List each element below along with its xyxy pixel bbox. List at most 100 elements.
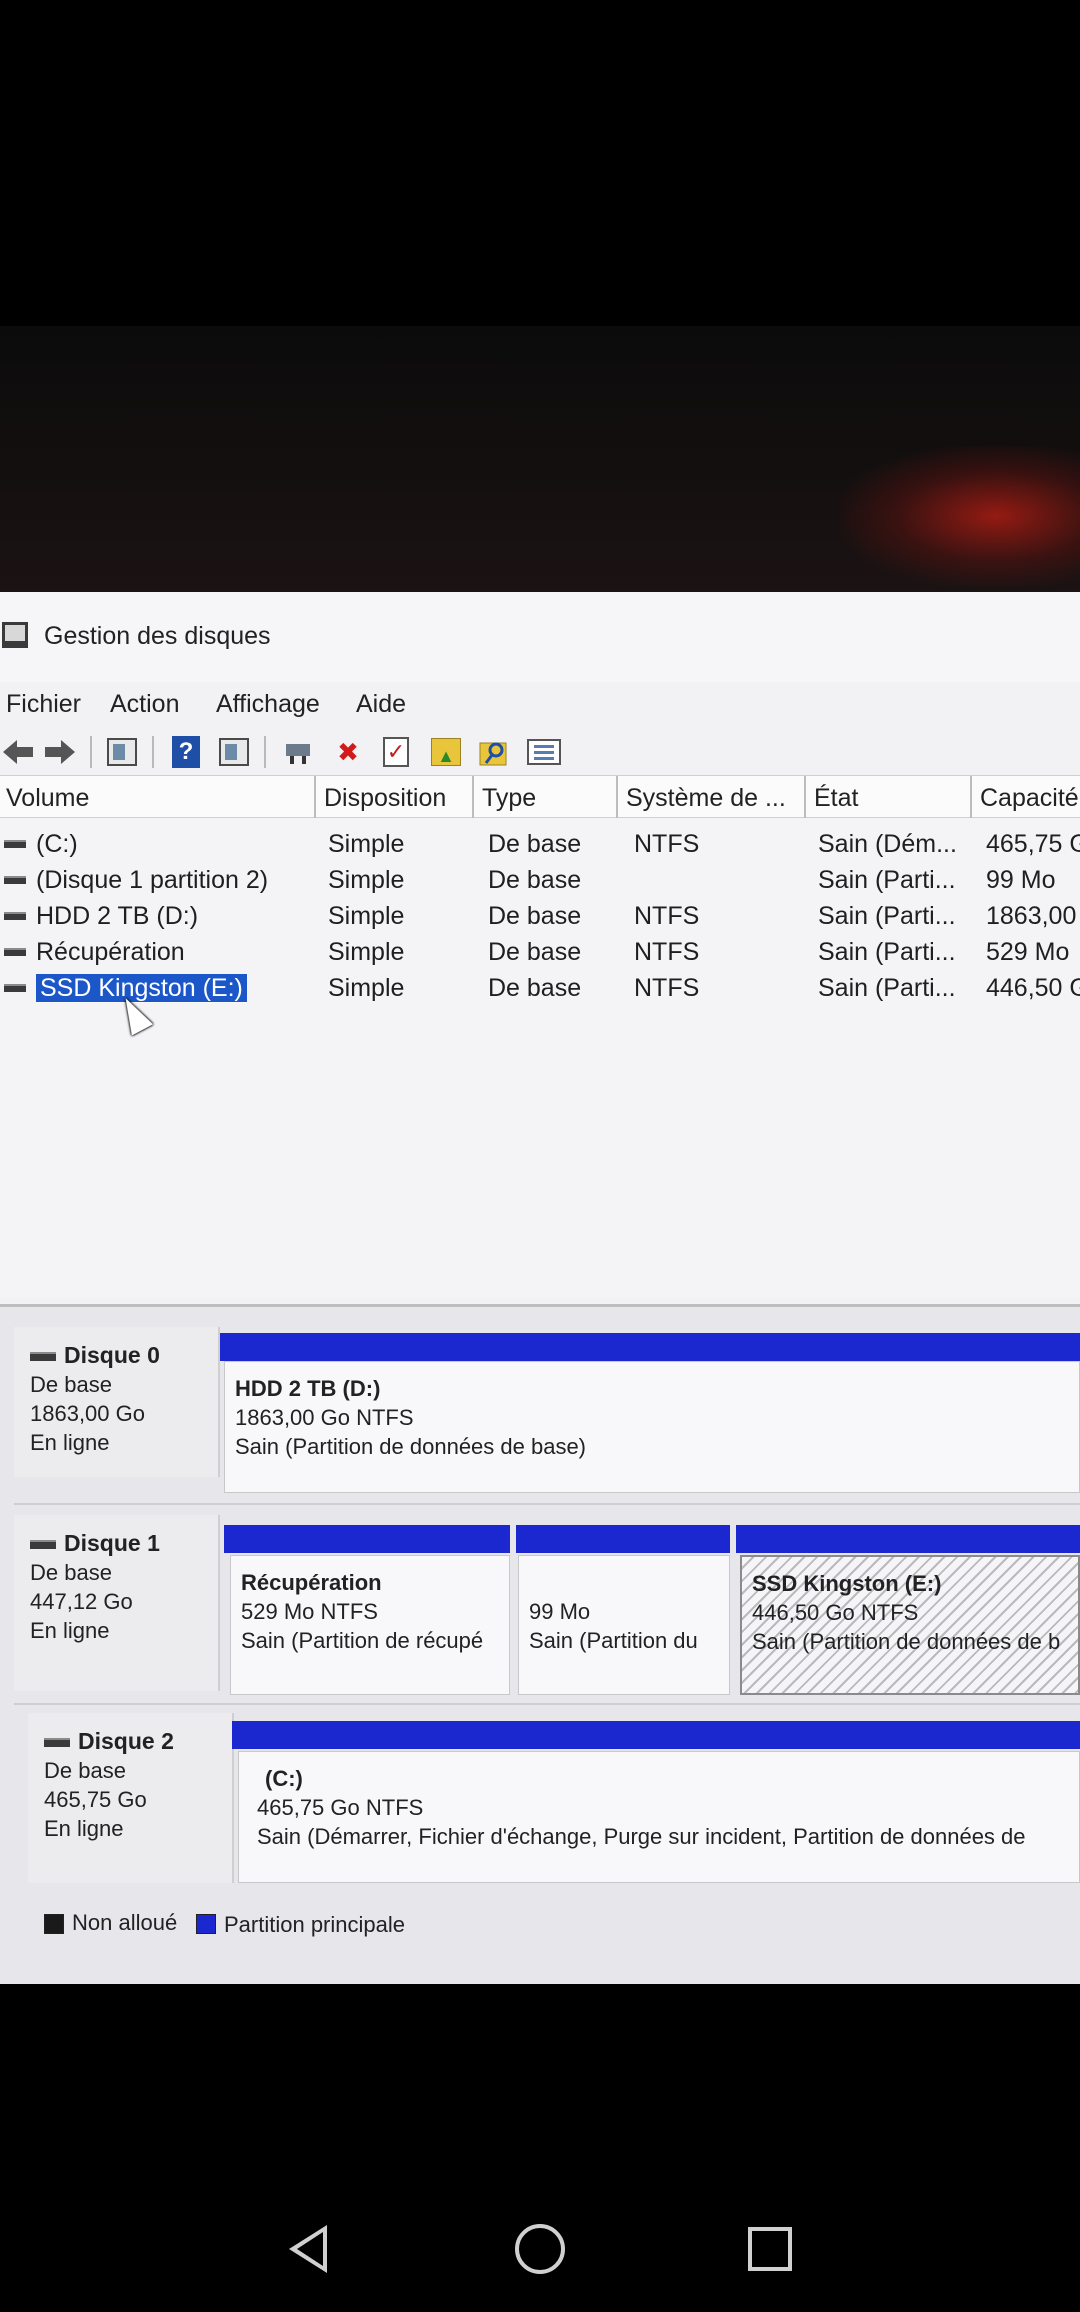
- android-navigation-bar: [0, 1984, 1080, 2312]
- volume-icon: [4, 876, 26, 884]
- home-circle-icon: [515, 2224, 565, 2274]
- help-icon: ?: [172, 736, 200, 768]
- column-type[interactable]: Type: [476, 776, 618, 818]
- disk-0-info[interactable]: Disque 0 De base 1863,00 Go En ligne: [14, 1327, 220, 1477]
- volume-type: De base: [488, 866, 582, 894]
- volume-disposition: Simple: [328, 902, 405, 930]
- arrow-left-icon: [3, 740, 33, 764]
- volume-state: Sain (Parti...: [818, 974, 956, 1002]
- arrow-right-icon: [45, 740, 75, 764]
- toolbar: ? ✖ ✓ ▲: [0, 726, 1080, 776]
- disk-divider: [14, 1503, 1080, 1505]
- volume-icon: [4, 840, 26, 848]
- partition-c[interactable]: (C:) 465,75 Go NTFS Sain (Démarrer, Fich…: [238, 1751, 1080, 1883]
- volume-disposition: Simple: [328, 866, 405, 894]
- volume-table-header: Volume Disposition Type Système de ... É…: [0, 776, 1080, 818]
- volume-row[interactable]: (Disque 1 partition 2) Simple De base Sa…: [0, 862, 1080, 898]
- partition-d[interactable]: HDD 2 TB (D:) 1863,00 Go NTFS Sain (Part…: [224, 1361, 1080, 1493]
- partition-status: Sain (Partition du: [529, 1628, 698, 1653]
- volume-capacity: 99 Mo: [986, 866, 1056, 894]
- disk-graphical-view: Disque 0 De base 1863,00 Go En ligne HDD…: [0, 1304, 1080, 1984]
- partition-name: (C:): [265, 1766, 303, 1791]
- volume-name: HDD 2 TB (D:): [36, 902, 199, 930]
- volume-capacity: 529 Mo: [986, 938, 1070, 966]
- photo-top-dark-area: [0, 0, 1080, 326]
- volume-fs: NTFS: [634, 902, 700, 930]
- drive-connect-icon: [286, 744, 310, 764]
- column-state[interactable]: État: [808, 776, 972, 818]
- open-folder-button[interactable]: ▲: [428, 734, 464, 770]
- disk-1-info[interactable]: Disque 1 De base 447,12 Go En ligne: [14, 1515, 220, 1691]
- toolbar-separator: [152, 736, 154, 768]
- disk-0-status: En ligne: [30, 1430, 110, 1455]
- volume-capacity: 446,50 G: [986, 974, 1080, 1002]
- menu-aide[interactable]: Aide: [356, 690, 406, 719]
- properties-button[interactable]: ✓: [378, 734, 414, 770]
- column-volume[interactable]: Volume: [0, 776, 316, 818]
- volume-type: De base: [488, 938, 582, 966]
- unallocated-swatch: [44, 1914, 64, 1934]
- folder-search-icon: [479, 742, 507, 766]
- partition-bar: [736, 1525, 1080, 1553]
- volume-row[interactable]: (C:) Simple De base NTFS Sain (Dém... 46…: [0, 826, 1080, 862]
- disk-1-size: 447,12 Go: [30, 1589, 133, 1614]
- forward-button[interactable]: [42, 734, 78, 770]
- legend-primary-label: Partition principale: [224, 1912, 405, 1937]
- nav-home-button[interactable]: [510, 2219, 570, 2279]
- partition-size: 446,50 Go NTFS: [752, 1600, 919, 1625]
- partition-efi[interactable]: 99 Mo Sain (Partition du: [518, 1555, 730, 1695]
- volume-state: Sain (Parti...: [818, 902, 956, 930]
- disk-2-kind: De base: [44, 1758, 126, 1783]
- connect-drive-button[interactable]: [280, 734, 316, 770]
- column-disposition[interactable]: Disposition: [318, 776, 474, 818]
- disk-0-size: 1863,00 Go: [30, 1401, 145, 1426]
- partition-recovery[interactable]: Récupération 529 Mo NTFS Sain (Partition…: [230, 1555, 510, 1695]
- column-capacity[interactable]: Capacité: [974, 776, 1080, 818]
- partition-e-selected[interactable]: SSD Kingston (E:) 446,50 Go NTFS Sain (P…: [740, 1555, 1080, 1695]
- list-view-button[interactable]: [524, 734, 564, 770]
- recents-square-icon: [748, 2227, 792, 2271]
- help-button[interactable]: ?: [168, 734, 204, 770]
- checked-document-icon: ✓: [383, 737, 409, 767]
- disk-1-status: En ligne: [30, 1618, 110, 1643]
- volume-fs: NTFS: [634, 974, 700, 1002]
- column-file-system[interactable]: Système de ...: [620, 776, 806, 818]
- nav-recents-button[interactable]: [740, 2219, 800, 2279]
- volume-state: Sain (Dém...: [818, 830, 957, 858]
- menu-action[interactable]: Action: [110, 690, 179, 719]
- volume-icon: [4, 984, 26, 992]
- delete-button[interactable]: ✖: [330, 734, 366, 770]
- volume-capacity: 465,75 G: [986, 830, 1080, 858]
- disk-management-app-icon: [2, 622, 28, 648]
- partition-status: Sain (Partition de données de base): [235, 1434, 587, 1459]
- disk-1-kind: De base: [30, 1560, 112, 1585]
- volume-type: De base: [488, 830, 582, 858]
- volume-icon: [4, 948, 26, 956]
- disk-0-name: Disque 0: [30, 1341, 218, 1370]
- partition-bar: [220, 1333, 1080, 1361]
- legend-unallocated-label: Non alloué: [72, 1910, 178, 1935]
- red-light-glow: [840, 446, 1080, 586]
- volume-row[interactable]: Récupération Simple De base NTFS Sain (P…: [0, 934, 1080, 970]
- console-tree-button[interactable]: [104, 734, 140, 770]
- menu-fichier[interactable]: Fichier: [6, 690, 81, 719]
- primary-partition-swatch: [196, 1914, 216, 1934]
- search-folder-button[interactable]: [476, 734, 512, 770]
- disk-2-info[interactable]: Disque 2 De base 465,75 Go En ligne: [28, 1713, 234, 1883]
- volume-row[interactable]: HDD 2 TB (D:) Simple De base NTFS Sain (…: [0, 898, 1080, 934]
- back-button[interactable]: [0, 734, 36, 770]
- disk-management-window: Gestion des disques Fichier Action Affic…: [0, 592, 1080, 1984]
- nav-back-button[interactable]: [278, 2219, 338, 2279]
- action-pane-button[interactable]: [216, 734, 252, 770]
- partition-status: Sain (Partition de données de b: [752, 1629, 1061, 1654]
- menu-bar: Fichier Action Affichage Aide: [0, 682, 1080, 726]
- menu-affichage[interactable]: Affichage: [216, 690, 320, 719]
- volume-disposition: Simple: [328, 974, 405, 1002]
- volume-row-selected[interactable]: SSD Kingston (E:) Simple De base NTFS Sa…: [0, 970, 1080, 1006]
- disk-2-name: Disque 2: [44, 1727, 232, 1756]
- partition-size: 465,75 Go NTFS: [257, 1795, 424, 1820]
- list-view-icon: [527, 739, 561, 765]
- volume-list: (C:) Simple De base NTFS Sain (Dém... 46…: [0, 818, 1080, 1298]
- legend: Non alloué Partition principale: [0, 1892, 1080, 1952]
- toolbar-separator: [264, 736, 266, 768]
